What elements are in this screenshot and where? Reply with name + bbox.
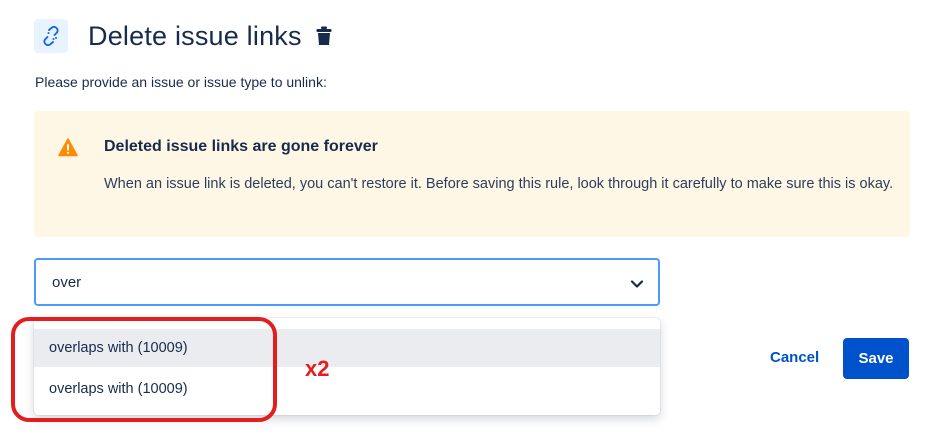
select-input-value[interactable]: over [52, 274, 81, 291]
chevron-down-icon[interactable] [630, 276, 644, 294]
warning-banner: Deleted issue links are gone forever Whe… [34, 111, 910, 237]
annotation-highlight-box [11, 317, 277, 422]
cancel-button[interactable]: Cancel [770, 349, 819, 366]
unlink-icon [34, 19, 68, 53]
page-title: Delete issue links [88, 20, 302, 51]
save-button[interactable]: Save [843, 338, 909, 379]
warning-body: When an issue link is deleted, you can't… [104, 176, 894, 192]
issue-link-type-select[interactable]: over [34, 258, 660, 306]
warning-icon [58, 138, 78, 162]
header: Delete issue links [34, 16, 332, 56]
instruction-text: Please provide an issue or issue type to… [35, 74, 327, 90]
annotation-label: x2 [305, 356, 330, 381]
trash-icon[interactable] [316, 26, 332, 46]
warning-title: Deleted issue links are gone forever [104, 138, 378, 155]
